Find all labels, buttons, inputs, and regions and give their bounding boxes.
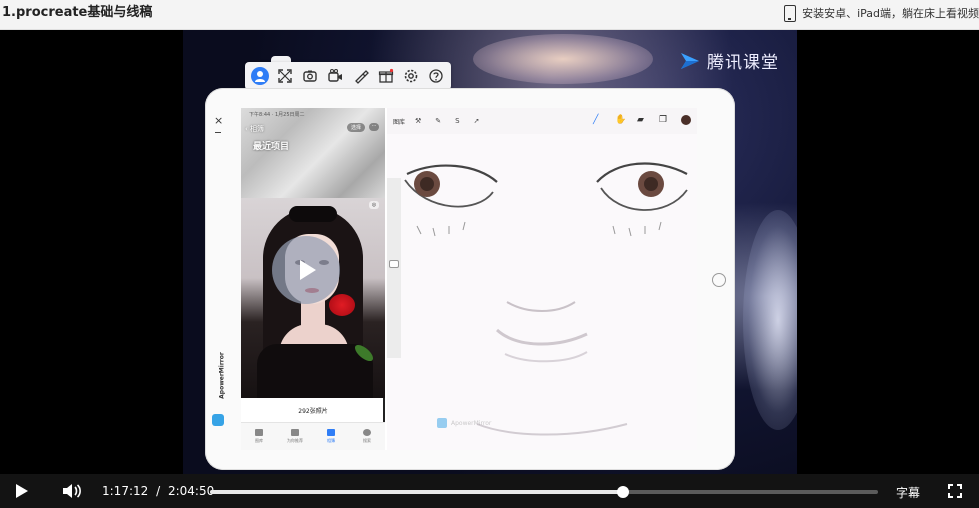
face-sketch (387, 134, 697, 450)
subtitles-button[interactable]: 字幕 (896, 484, 920, 501)
progress-thumb[interactable] (616, 486, 629, 498)
photo-rose (329, 294, 355, 316)
albums-icon (327, 429, 335, 436)
canvas-watermark-text: ApowerMirror (451, 419, 492, 427)
settings-icon[interactable] (402, 67, 420, 85)
current-time: 1:17:12 (102, 484, 149, 498)
time-separator: / (156, 484, 161, 498)
library-icon (255, 429, 263, 436)
background-heart-glasses (473, 34, 653, 84)
progress-bar[interactable] (210, 486, 878, 498)
minimize-icon[interactable] (215, 132, 221, 133)
video-frame[interactable]: 腾讯课堂 × ApowerMirror 下午8:44 · 1月25日周二 ‹ 相… (183, 30, 797, 474)
procreate-tools: ╱ ✋ ▰ ❐ (593, 115, 691, 125)
time-display: 1:17:12 / 2:04:50 (102, 484, 214, 498)
transform-icon[interactable]: ➚ (474, 117, 480, 125)
apowermirror-logo-icon (437, 418, 447, 428)
select-button[interactable]: 选择 (346, 123, 365, 132)
smudge-icon[interactable]: ✋ (615, 115, 626, 125)
player-controls: 1:17:12 / 2:04:50 字幕 (0, 474, 979, 508)
apowermirror-logo-icon (212, 414, 224, 426)
live-photo-badge-icon: ◎ (369, 201, 379, 209)
mirror-toolbar (245, 62, 451, 90)
canvas-watermark: ApowerMirror (437, 418, 491, 428)
close-icon[interactable]: × (214, 114, 223, 127)
tab-label: 图库 (255, 438, 263, 443)
brush-icon[interactable] (352, 67, 370, 85)
volume-icon[interactable] (62, 483, 82, 499)
wrench-icon[interactable]: ⚒ (415, 117, 421, 125)
drawing-canvas[interactable]: ApowerMirror (387, 134, 697, 450)
tab-label: 搜索 (363, 438, 371, 443)
video-player[interactable]: 腾讯课堂 × ApowerMirror 下午8:44 · 1月25日周二 ‹ 相… (0, 30, 979, 508)
eraser-icon[interactable]: ▰ (637, 115, 647, 125)
gift-icon[interactable] (377, 67, 395, 85)
sketch-reference-thumbnail[interactable]: 下午8:44 · 1月25日周二 ‹ 相簿 选择 ··· 最近项目 (241, 108, 385, 198)
fullscreen-icon[interactable] (948, 484, 962, 498)
slider-knob[interactable] (389, 260, 399, 268)
tab-search[interactable]: 搜索 (352, 423, 382, 450)
paint-brush-icon[interactable]: ╱ (593, 115, 603, 125)
watermark-text: 腾讯课堂 (707, 53, 779, 73)
album-title: 最近项目 (253, 142, 290, 152)
photos-tab-bar: 图库 为你推荐 相簿 搜索 (241, 422, 385, 450)
tab-for-you[interactable]: 为你推荐 (280, 423, 310, 450)
tencent-classroom-logo-icon (679, 51, 701, 71)
page-header: 1.procreate基础与线稿 安装安卓、iPad端，躺在床上看视频 (0, 0, 979, 30)
tab-albums[interactable]: 相簿 (316, 423, 346, 450)
total-duration: 2:04:50 (167, 484, 215, 498)
tablet-icon (784, 4, 797, 22)
back-to-albums-button[interactable]: ‹ 相簿 (245, 124, 264, 134)
procreate-canvas-app: ApowerMirror 图库 ⚒ ✎ S ➚ ╱ ✋ ▰ ❐ (387, 108, 697, 450)
tab-label: 相簿 (327, 438, 335, 443)
tencent-classroom-watermark: 腾讯课堂 (679, 48, 779, 73)
photo-count: 292张照片 (298, 408, 328, 415)
app-download-promo[interactable]: 安装安卓、iPad端，躺在床上看视频 (784, 2, 979, 24)
user-icon[interactable] (251, 67, 269, 85)
back-label: 相簿 (250, 125, 265, 133)
center-play-button[interactable] (272, 236, 340, 304)
color-swatch-button[interactable] (681, 115, 691, 125)
home-button-icon[interactable] (712, 273, 726, 287)
mirror-side-panel: × ApowerMirror (211, 102, 229, 442)
play-pause-button[interactable] (16, 484, 28, 498)
progress-fill (210, 490, 623, 494)
brush-size-slider[interactable] (387, 178, 401, 358)
record-icon[interactable] (326, 67, 344, 85)
gallery-button[interactable]: 图库 (393, 117, 405, 126)
adjustments-icon[interactable]: ✎ (435, 117, 441, 125)
help-icon[interactable] (427, 67, 445, 85)
photo-bow (289, 206, 337, 222)
screenshot-icon[interactable] (301, 67, 319, 85)
for-you-icon (291, 429, 299, 436)
course-title: 1.procreate基础与线稿 (2, 5, 153, 20)
more-icon[interactable]: ··· (369, 123, 379, 131)
status-bar-text: 下午8:44 · 1月25日周二 (249, 112, 305, 118)
tab-label: 为你推荐 (287, 438, 303, 443)
tab-library[interactable]: 图库 (244, 423, 274, 450)
selection-icon[interactable]: S (455, 117, 459, 125)
search-icon (363, 429, 371, 436)
layers-icon[interactable]: ❐ (659, 115, 669, 125)
expand-icon[interactable] (276, 67, 294, 85)
mirror-brand-label: ApowerMirror (218, 352, 226, 399)
play-icon (300, 260, 316, 280)
promo-text: 安装安卓、iPad端，躺在床上看视频 (802, 7, 979, 20)
procreate-toolbar: 图库 ⚒ ✎ S ➚ ╱ ✋ ▰ ❐ (387, 108, 697, 134)
